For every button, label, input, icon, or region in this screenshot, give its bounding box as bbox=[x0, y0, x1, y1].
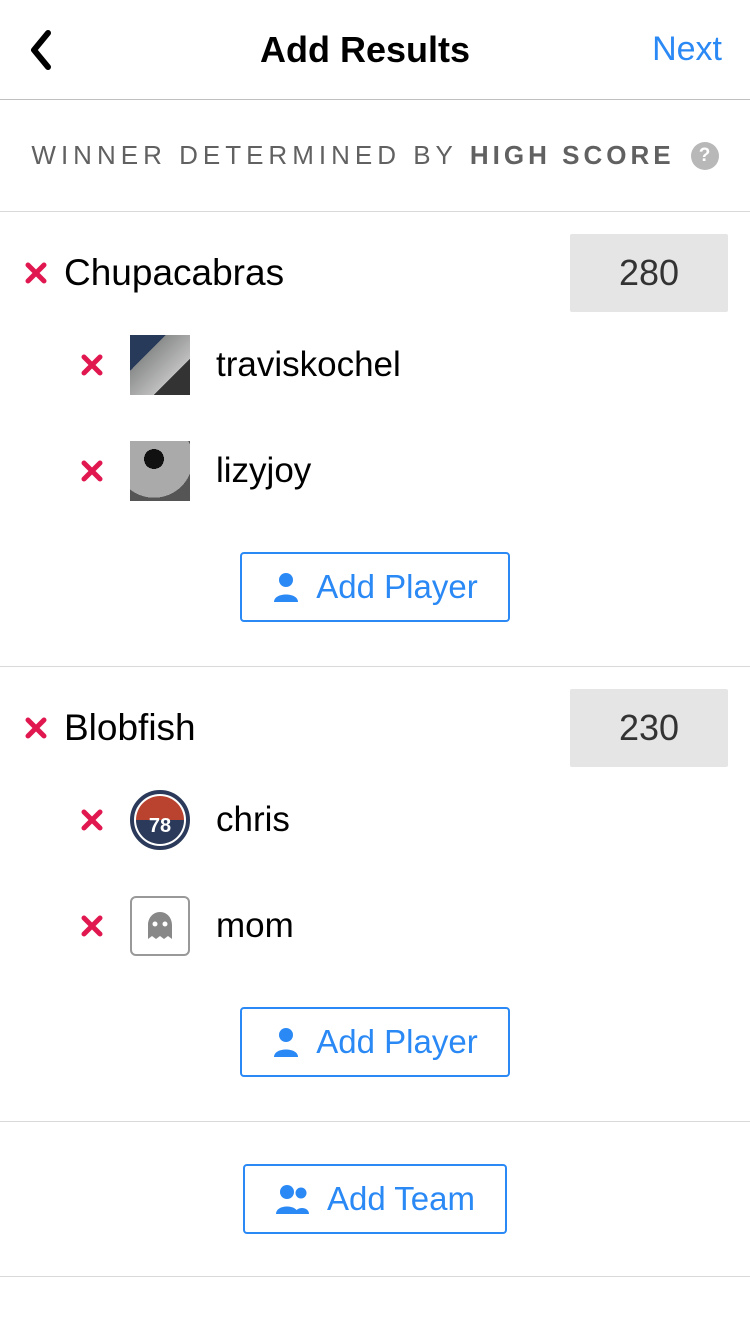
avatar bbox=[130, 896, 190, 956]
team-block: Blobfish 230 78 chris bbox=[0, 667, 750, 1122]
person-icon bbox=[272, 1027, 300, 1057]
remove-player-button[interactable] bbox=[78, 457, 106, 485]
close-icon bbox=[25, 262, 47, 284]
add-player-button[interactable]: Add Player bbox=[240, 1007, 509, 1077]
next-button[interactable]: Next bbox=[642, 30, 722, 69]
badge-icon: 78 bbox=[130, 790, 190, 850]
svg-text:78: 78 bbox=[149, 815, 171, 837]
team-name: Blobfish bbox=[64, 707, 570, 749]
people-icon bbox=[275, 1184, 311, 1214]
player-row: 78 chris bbox=[0, 767, 750, 873]
avatar bbox=[130, 335, 190, 395]
remove-player-button[interactable] bbox=[78, 806, 106, 834]
add-player-label: Add Player bbox=[316, 568, 477, 606]
player-row: lizyjoy bbox=[0, 418, 750, 524]
add-team-label: Add Team bbox=[327, 1180, 475, 1218]
page-title: Add Results bbox=[260, 29, 470, 71]
remove-team-button[interactable] bbox=[22, 714, 50, 742]
ghost-icon bbox=[143, 909, 177, 943]
remove-player-button[interactable] bbox=[78, 351, 106, 379]
team-block: Chupacabras 280 traviskochel lizyjoy bbox=[0, 212, 750, 667]
help-icon[interactable]: ? bbox=[691, 142, 719, 170]
winner-rule-prefix: WINNER DETERMINED BY bbox=[31, 140, 457, 171]
add-team-wrap: Add Team bbox=[0, 1122, 750, 1277]
winner-rule-bar: WINNER DETERMINED BY HIGH SCORE ? bbox=[0, 100, 750, 212]
team-name: Chupacabras bbox=[64, 252, 570, 294]
close-icon bbox=[81, 915, 103, 937]
player-name: chris bbox=[216, 800, 290, 840]
add-team-button[interactable]: Add Team bbox=[243, 1164, 507, 1234]
score-input[interactable]: 230 bbox=[570, 689, 728, 767]
player-name: lizyjoy bbox=[216, 451, 311, 491]
person-icon bbox=[272, 572, 300, 602]
remove-player-button[interactable] bbox=[78, 912, 106, 940]
add-player-wrap: Add Player bbox=[0, 1007, 750, 1077]
close-icon bbox=[81, 460, 103, 482]
player-row: mom bbox=[0, 873, 750, 979]
score-input[interactable]: 280 bbox=[570, 234, 728, 312]
team-header: Chupacabras 280 bbox=[0, 212, 750, 312]
back-button[interactable] bbox=[28, 29, 88, 71]
player-name: mom bbox=[216, 906, 294, 946]
close-icon bbox=[81, 354, 103, 376]
team-header: Blobfish 230 bbox=[0, 667, 750, 767]
winner-rule-emphasis: HIGH SCORE bbox=[470, 140, 675, 171]
remove-team-button[interactable] bbox=[22, 259, 50, 287]
player-name: traviskochel bbox=[216, 345, 401, 385]
close-icon bbox=[81, 809, 103, 831]
header: Add Results Next bbox=[0, 0, 750, 100]
add-player-button[interactable]: Add Player bbox=[240, 552, 509, 622]
close-icon bbox=[25, 717, 47, 739]
add-player-wrap: Add Player bbox=[0, 552, 750, 622]
avatar: 78 bbox=[130, 790, 190, 850]
add-player-label: Add Player bbox=[316, 1023, 477, 1061]
avatar bbox=[130, 441, 190, 501]
chevron-left-icon bbox=[28, 29, 52, 71]
player-row: traviskochel bbox=[0, 312, 750, 418]
